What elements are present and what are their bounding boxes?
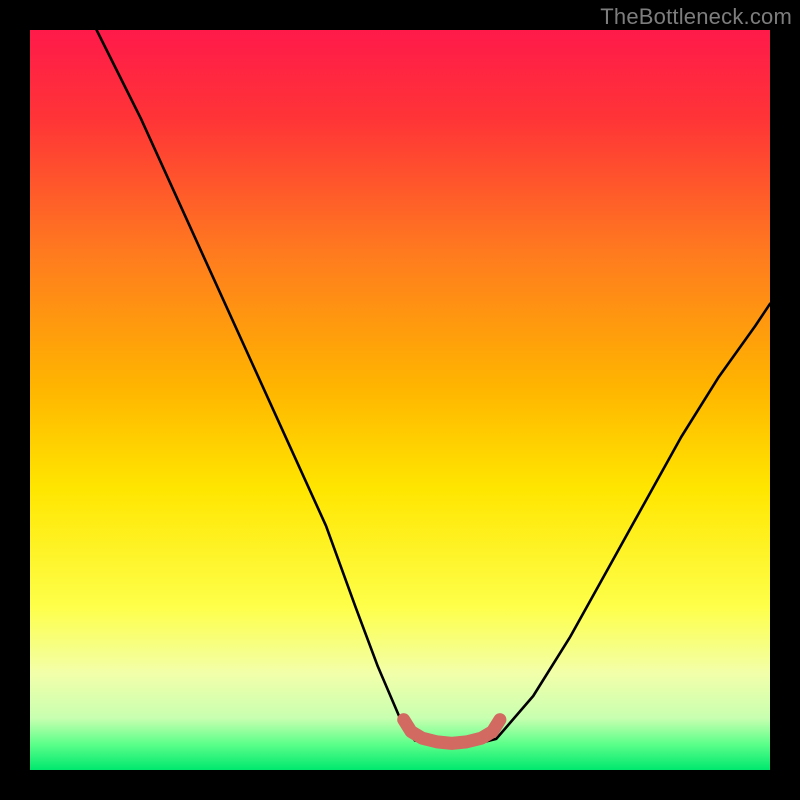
attribution-text: TheBottleneck.com	[600, 4, 792, 30]
chart-frame: TheBottleneck.com	[0, 0, 800, 800]
chart-svg	[30, 30, 770, 770]
gradient-background	[30, 30, 770, 770]
plot-area	[30, 30, 770, 770]
